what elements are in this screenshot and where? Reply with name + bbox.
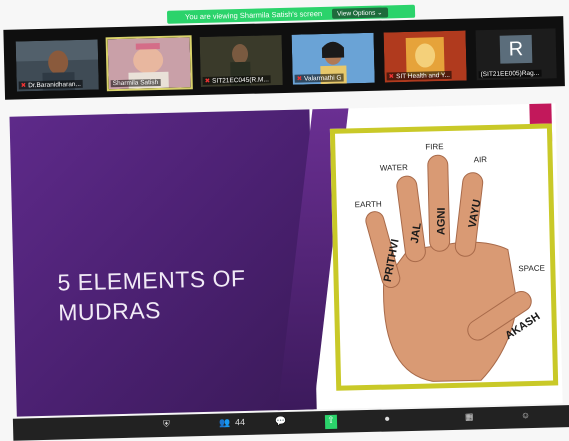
chat-icon[interactable]: 💬: [275, 416, 287, 430]
zoom-screen: You are viewing Sharmila Satish's screen…: [0, 0, 569, 441]
muted-mic-icon: ✖: [388, 73, 395, 81]
muted-mic-icon: ✖: [204, 77, 211, 85]
participant-name: ✖ SIT Health and Y...: [386, 70, 453, 81]
participant-tile[interactable]: R (SIT21EE005)Rag...: [475, 28, 557, 81]
fire-label: FIRE: [425, 142, 443, 151]
shared-slide: 5 ELEMENTS OF MUDRAS EARTH WATER FIRE AI…: [9, 103, 563, 417]
participant-name: (SIT21EE005)Rag...: [478, 69, 542, 79]
record-icon[interactable]: ⏺: [385, 413, 390, 427]
slide-title-panel: [9, 109, 317, 417]
agni-label: AGNI: [436, 208, 448, 236]
water-label: WATER: [380, 163, 408, 173]
participants-icon[interactable]: 👥: [219, 417, 231, 431]
hand-illustration: EARTH WATER FIRE AIR SPACE PRITHVI JAL A…: [355, 142, 545, 382]
participant-tile[interactable]: ✖ Dr.Baranidharan...: [15, 39, 99, 92]
participant-tile-active-speaker[interactable]: Sharmila Satish: [105, 35, 193, 92]
space-label: SPACE: [518, 264, 545, 274]
avatar: R: [499, 34, 533, 64]
air-label: AIR: [474, 155, 488, 164]
reactions-icon[interactable]: ☺: [521, 410, 531, 424]
muted-mic-icon: ✖: [20, 82, 27, 90]
participants-count: 44: [234, 417, 246, 428]
view-options-button[interactable]: View Options ⌄: [332, 6, 388, 19]
earth-label: EARTH: [355, 200, 382, 210]
participant-tile[interactable]: ✖ Valarmathi G: [291, 32, 375, 85]
slide-title-line1: 5 ELEMENTS OF: [57, 264, 246, 296]
security-icon[interactable]: ⛨: [163, 419, 170, 433]
slide-title: 5 ELEMENTS OF MUDRAS: [57, 263, 246, 328]
share-screen-icon[interactable]: ⇧: [324, 414, 338, 430]
participant-tile[interactable]: ✖ SIT Health and Y...: [383, 30, 467, 83]
muted-mic-icon: ✖: [296, 75, 303, 83]
viewing-text: You are viewing Sharmila Satish's screen: [184, 9, 323, 22]
participant-name: ✖ Valarmathi G: [294, 73, 344, 83]
participant-name: ✖ Dr.Baranidharan...: [18, 79, 84, 90]
participant-tile[interactable]: ✖ SIT21EC045(R.M...: [199, 35, 283, 88]
participant-name: ✖ SIT21EC045(R.M...: [202, 75, 271, 85]
breakout-rooms-icon[interactable]: ▦: [465, 411, 474, 425]
slide-title-line2: MUDRAS: [57, 297, 162, 326]
hand-diagram: EARTH WATER FIRE AIR SPACE PRITHVI JAL A…: [329, 123, 559, 391]
participant-name: Sharmila Satish: [110, 78, 161, 88]
participant-gallery: ✖ Dr.Baranidharan... Sharmila Satish ✖ SIT…: [3, 16, 565, 100]
